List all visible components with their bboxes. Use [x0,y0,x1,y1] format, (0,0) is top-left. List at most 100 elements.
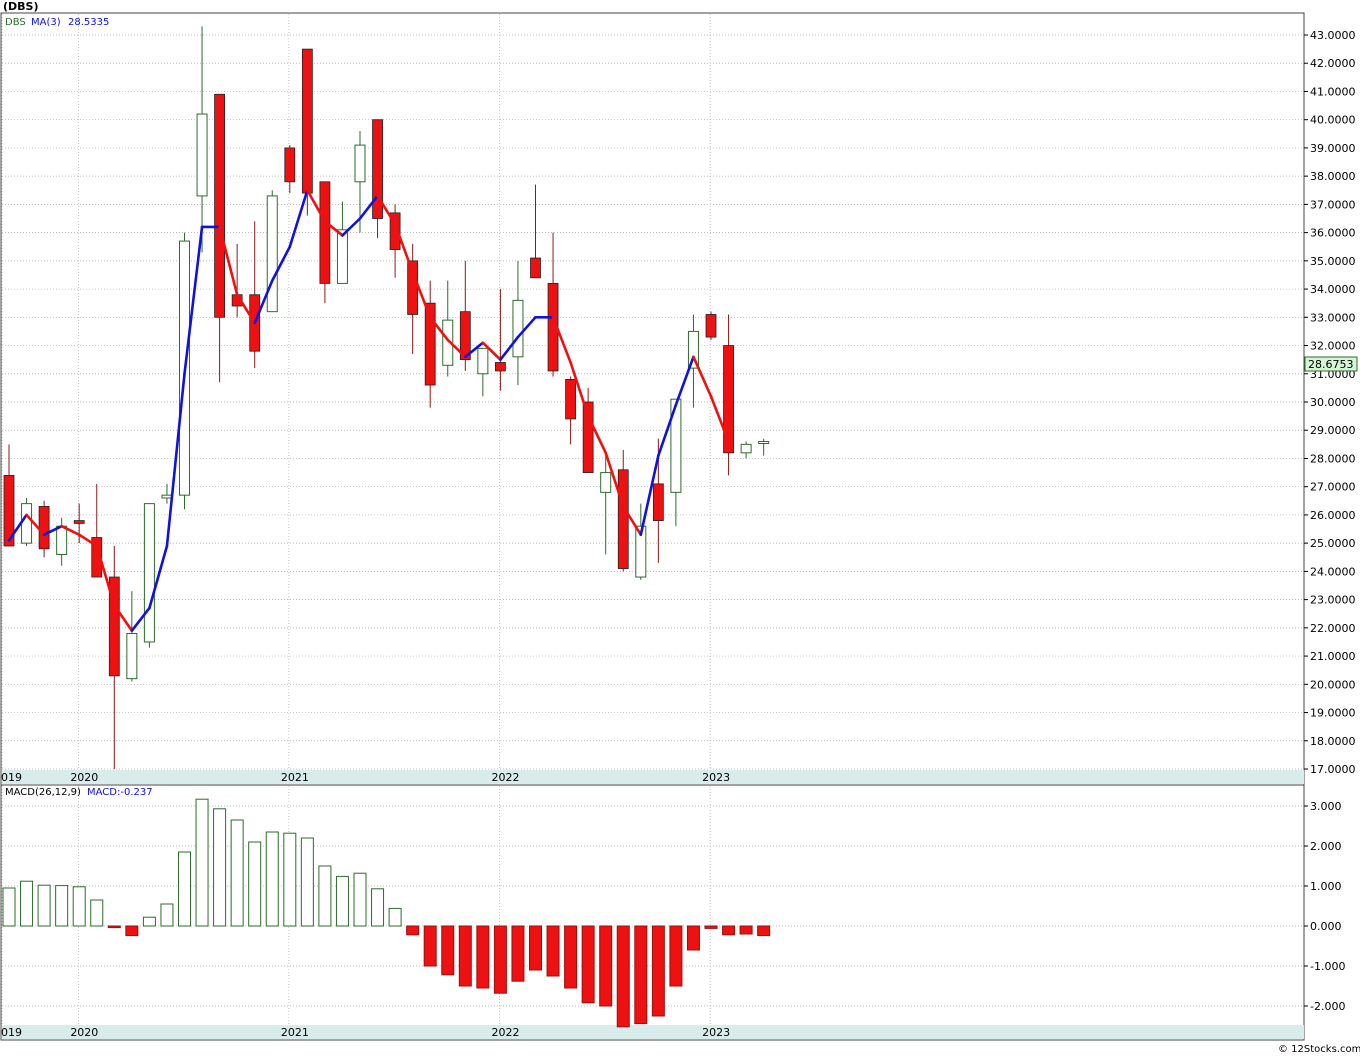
candle-body [319,181,331,284]
legend-ma-label: MA(3) [31,17,61,28]
macd-bar [686,925,700,951]
price-y-tick-label: 42.0000 [1310,57,1356,70]
price-y-tick-label: 36.0000 [1310,227,1356,240]
macd-bar [458,925,472,987]
price-y-tick-label: 18.0000 [1310,735,1356,748]
candle-body [38,506,50,550]
price-y-tick-label: 29.0000 [1310,424,1356,437]
candle-body [723,345,734,454]
price-x-label: 2019 [0,771,22,784]
macd-bar [265,831,279,927]
macd-bar [441,925,455,976]
price-y-tick-label: 28.0000 [1310,452,1356,465]
candle-body [740,443,752,454]
macd-bar [388,907,402,927]
macd-bar [757,925,771,937]
macd-bar [581,925,595,1004]
macd-bar [300,837,314,927]
price-y-tick-label: 35.0000 [1310,255,1356,268]
macd-bar [651,925,665,1017]
macd-bar [213,808,227,927]
macd-bar [511,925,525,982]
candle-body [73,520,85,524]
macd-y-tick-label: 1.000 [1310,880,1342,893]
price-y-tick-label: 19.0000 [1310,707,1356,720]
chart-title: (DBS) [3,0,39,13]
candle-body [284,147,296,183]
price-y-tick-label: 33.0000 [1310,311,1356,324]
price-y-tick-label: 24.0000 [1310,565,1356,578]
price-y-tick-label: 43.0000 [1310,29,1356,42]
legend-symbol: DBS [5,17,26,28]
macd-x-label: 2021 [281,1026,309,1039]
macd-bar [476,925,490,989]
macd-y-tick-label: 3.000 [1310,800,1342,813]
macd-bar [142,916,156,927]
macd-bar [125,925,139,937]
candle-body [56,525,68,555]
price-y-tick-label: 40.0000 [1310,114,1356,127]
macd-bar [529,925,542,971]
macd-value-label: MACD:-0.237 [87,787,153,798]
macd-bar [353,872,367,927]
price-y-tick-label: 25.0000 [1310,537,1356,550]
price-y-tick-label: 26.0000 [1310,509,1356,522]
macd-bar [493,925,507,994]
macd-bar [335,875,349,927]
price-y-tick-label: 34.0000 [1310,283,1356,296]
candle-body [477,347,489,375]
price-x-label: 2021 [281,771,309,784]
price-y-tick-label: 41.0000 [1310,85,1356,98]
candle-body [512,299,524,358]
macd-bar [616,925,630,1028]
macd-bar [704,925,718,929]
macd-bar [634,925,648,1025]
price-y-tick-label: 21.0000 [1310,650,1356,663]
macd-x-label: 2023 [702,1026,730,1039]
candle-body [336,229,348,284]
price-y-tick-label: 20.0000 [1310,678,1356,691]
candle-body [758,441,770,445]
price-y-tick-label: 30.0000 [1310,396,1356,409]
price-time-strip [2,770,1304,784]
candle-body [354,144,366,183]
price-y-tick-label: 38.0000 [1310,170,1356,183]
macd-bar [669,925,683,987]
macd-bar [423,925,437,967]
candle-body [21,503,33,544]
candle-body [126,632,138,680]
candle-body [266,195,278,313]
macd-bar [90,899,104,927]
price-y-tick-label: 32.0000 [1310,340,1356,353]
price-y-tick-label: 37.0000 [1310,198,1356,211]
candle-body [530,257,541,279]
macd-bar [20,880,34,927]
candle-body [494,362,506,372]
price-y-tick-label: 27.0000 [1310,481,1356,494]
macd-x-label: 2020 [70,1026,98,1039]
macd-time-strip [2,1025,1304,1039]
macd-x-label: 2019 [0,1026,22,1039]
macd-bar [546,925,560,977]
macd-bar [318,865,332,927]
macd-label: MACD(26,12,9) [5,787,81,798]
macd-y-tick-label: 2.000 [1310,840,1342,853]
candle-body [600,472,612,493]
macd-bar [55,885,69,927]
last-price-label: 28.6753 [1308,358,1354,371]
macd-bar [564,925,578,989]
macd-bar [195,798,209,927]
macd-bar [37,884,51,927]
macd-y-axis: -2.000 -1.000 0.000 1.000 2.000 3.000 [1304,800,1345,1013]
price-x-label: 2022 [492,771,520,784]
price-y-tick-label: 17.0000 [1310,763,1356,776]
price-x-label: 2023 [702,771,730,784]
price-y-axis: 17.0000 18.0000 19.0000 20.0000 21.0000 22.00… [1304,29,1356,776]
price-y-tick-label: 22.0000 [1310,622,1356,635]
candle-body [196,113,208,197]
candle-body [565,379,576,420]
candle-body [652,483,664,521]
macd-bar [107,925,121,929]
macd-bar [230,819,244,927]
stock-chart: 17.0000 18.0000 19.0000 20.0000 21.0000 22.00… [0,0,1360,1055]
